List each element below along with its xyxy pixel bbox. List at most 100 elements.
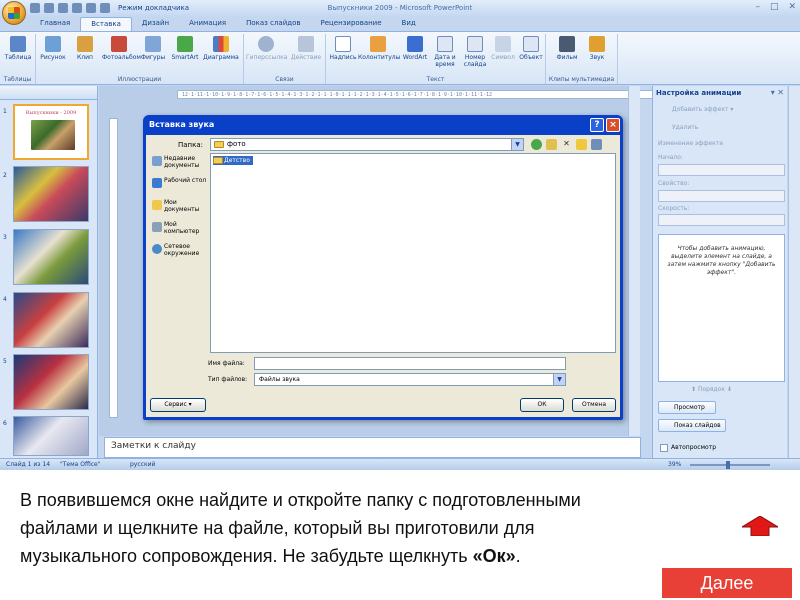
start-label: Начало: [658, 154, 683, 161]
photo-album-icon [111, 36, 127, 52]
action-icon [298, 36, 314, 52]
task-pane-title: Настройка анимации [656, 89, 742, 97]
next-button[interactable]: Далее [662, 568, 792, 598]
cancel-button[interactable]: Отмена [572, 398, 616, 412]
insert-movie-button[interactable]: Фильм [552, 36, 582, 61]
insert-clip-button[interactable]: Клип [70, 36, 100, 61]
slide-thumbnail-2[interactable] [13, 166, 89, 222]
ribbon-tabs: Главная Вставка Дизайн Анимация Показ сл… [30, 17, 426, 31]
language-indicator[interactable]: русский [130, 461, 155, 468]
slide-number-4: 4 [3, 296, 7, 303]
window-controls: – □ ✕ [755, 2, 796, 12]
slide-number-button[interactable]: Номер слайда [460, 36, 490, 68]
filename-field[interactable] [254, 357, 566, 370]
tab-animation[interactable]: Анимация [179, 17, 236, 31]
tab-insert[interactable]: Вставка [80, 17, 132, 31]
network-icon [152, 244, 162, 254]
symbol-button[interactable]: Символ [488, 36, 518, 61]
tab-design[interactable]: Дизайн [132, 17, 179, 31]
slides-panel-tabs[interactable] [0, 86, 97, 100]
property-select[interactable] [658, 190, 785, 202]
help-icon[interactable]: ? [590, 118, 604, 132]
office-logo-icon [8, 7, 20, 19]
insert-smartart-button[interactable]: SmartArt [170, 36, 200, 61]
list-item[interactable]: Детство [213, 156, 253, 165]
speed-select[interactable] [658, 214, 785, 226]
look-in-label: Папка: [178, 141, 204, 149]
slide-thumbnail-1[interactable]: Выпускники - 2009 [13, 104, 89, 160]
slide-vertical-scrollbar[interactable] [628, 86, 640, 436]
look-in-select[interactable]: фото ▼ [210, 138, 524, 151]
date-time-button[interactable]: Дата и время [430, 36, 460, 68]
action-button[interactable]: Действие [288, 36, 324, 61]
ok-button[interactable]: ОК [520, 398, 564, 412]
textbox-icon [335, 36, 351, 52]
remove-effect-button[interactable]: Удалить [658, 122, 698, 134]
hyperlink-button[interactable]: Гиперссылка [246, 36, 287, 61]
slide-thumbnail-4[interactable] [13, 292, 89, 348]
filetype-select[interactable]: Файлы звука ▼ [254, 373, 566, 386]
minimize-icon[interactable]: – [755, 2, 760, 12]
place-desktop[interactable]: Рабочий стол [152, 177, 208, 188]
place-recent[interactable]: Недавние документы [152, 155, 208, 169]
delete-icon[interactable]: ✕ [561, 139, 572, 150]
recent-documents-icon [152, 156, 162, 166]
slide-number-6: 6 [3, 420, 7, 427]
zoom-slider[interactable] [690, 464, 770, 466]
slides-panel: 1 Выпускники - 2009 2 3 4 5 6 [0, 86, 98, 458]
autopreview-checkbox[interactable]: Автопросмотр [660, 444, 716, 452]
add-effect-button[interactable]: Добавить эффект ▾ [658, 104, 733, 116]
insert-sound-button[interactable]: Звук [582, 36, 612, 61]
zoom-level[interactable]: 39% [668, 461, 681, 468]
preview-button[interactable]: Просмотр [658, 401, 716, 414]
slide-thumbnail-6[interactable] [13, 416, 89, 456]
textbox-button[interactable]: Надпись [328, 36, 358, 61]
tab-view[interactable]: Вид [392, 17, 426, 31]
photo-album-button[interactable]: Фотоальбом [102, 36, 141, 61]
insert-picture-button[interactable]: Рисунок [38, 36, 68, 61]
change-effect-label: Изменение эффекта [658, 140, 723, 147]
insert-shapes-button[interactable]: Фигуры [138, 36, 168, 61]
up-folder-icon[interactable] [546, 139, 557, 150]
slide-thumbnail-5[interactable] [13, 354, 89, 410]
tab-home[interactable]: Главная [30, 17, 80, 31]
status-bar: Слайд 1 из 14 "Тема Office" русский 39% [0, 458, 800, 470]
zoom-slider-handle[interactable] [726, 461, 730, 469]
new-folder-icon[interactable] [576, 139, 587, 150]
instruction-text: В появившемся окне найдите и откройте па… [20, 486, 720, 570]
task-pane-close-icon[interactable]: ▾ ✕ [771, 88, 784, 97]
tab-review[interactable]: Рецензирование [311, 17, 392, 31]
place-network[interactable]: Сетевое окружение [152, 243, 208, 257]
back-icon[interactable] [531, 139, 542, 150]
slide-number-1: 1 [3, 108, 7, 115]
place-my-computer[interactable]: Мой компьютер [152, 221, 208, 235]
maximize-icon[interactable]: □ [770, 2, 779, 12]
service-button[interactable]: Сервис ▾ [150, 398, 206, 412]
ribbon-group-illustrations: Рисунок Клип Фотоальбом Фигуры SmartArt … [36, 34, 244, 84]
places-bar: Недавние документы Рабочий стол Мои доку… [150, 155, 206, 381]
my-documents-icon [152, 200, 162, 210]
slide-counter: Слайд 1 из 14 [6, 461, 51, 468]
close-icon[interactable]: ✕ [788, 2, 796, 12]
insert-table-button[interactable]: Таблица [3, 36, 33, 61]
group-label-tables: Таблицы [3, 76, 32, 83]
checkbox [660, 444, 668, 452]
dialog-close-icon[interactable]: × [606, 118, 620, 132]
start-select[interactable] [658, 164, 785, 176]
task-pane-scrollbar[interactable] [788, 86, 800, 458]
slideshow-button[interactable]: Показ слайдов [658, 419, 726, 432]
insert-chart-button[interactable]: Диаграмма [202, 36, 240, 61]
instruction-line-3: музыкального сопровождения. Не забудьте … [20, 546, 521, 566]
office-button[interactable] [2, 1, 26, 25]
file-list[interactable]: Детство [210, 153, 616, 353]
group-photo [31, 120, 75, 150]
up-arrow-icon[interactable] [742, 516, 778, 536]
object-button[interactable]: Объект [516, 36, 546, 61]
slide-thumbnail-3[interactable] [13, 229, 89, 285]
tab-slideshow[interactable]: Показ слайдов [236, 17, 310, 31]
header-footer-button[interactable]: Колонтитулы [358, 36, 400, 61]
notes-pane[interactable]: Заметки к слайду [104, 437, 641, 458]
place-my-documents[interactable]: Мои документы [152, 199, 208, 213]
wordart-button[interactable]: WordArt [400, 36, 430, 61]
views-icon[interactable] [591, 139, 602, 150]
